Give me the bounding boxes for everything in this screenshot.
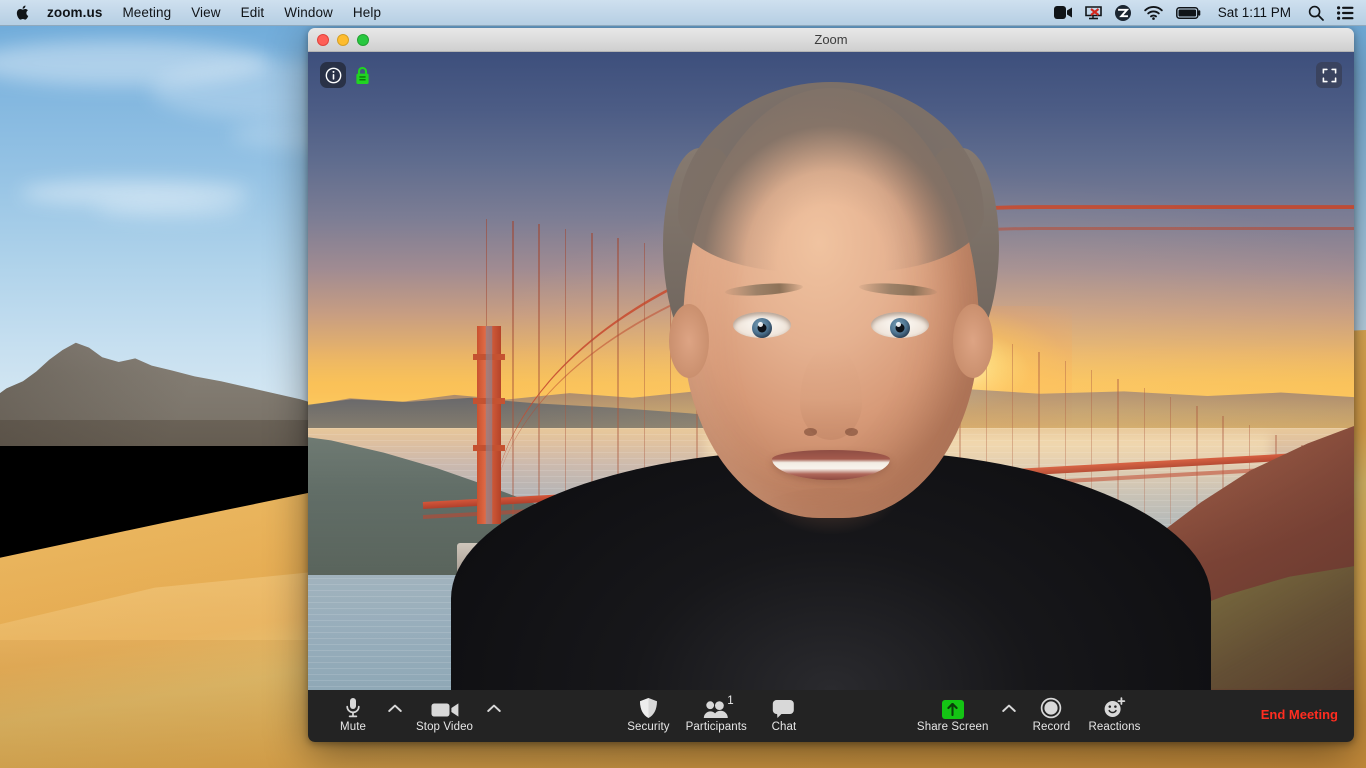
- shield-icon: [639, 697, 658, 719]
- record-button[interactable]: Record: [1022, 690, 1080, 742]
- menu-item-view[interactable]: View: [181, 0, 230, 25]
- chat-bubble-icon: [772, 697, 795, 719]
- chat-button[interactable]: Chat: [755, 690, 813, 742]
- menu-item-zoom-us[interactable]: zoom.us: [43, 0, 112, 25]
- wallpaper-cloud: [95, 200, 245, 218]
- meeting-toolbar: Mute Stop Video Security 1 Participants …: [308, 690, 1354, 742]
- participant-ear-left: [669, 304, 709, 378]
- video-camera-icon: [431, 697, 459, 719]
- battery-icon[interactable]: [1175, 6, 1201, 19]
- toolbar-gap-left: [507, 690, 619, 742]
- zoom-z-icon[interactable]: [1114, 4, 1131, 21]
- zoom-camera-icon[interactable]: [1053, 6, 1072, 19]
- menu-item-help[interactable]: Help: [343, 0, 391, 25]
- share-screen-button[interactable]: Share Screen: [909, 690, 997, 742]
- video-stage[interactable]: [308, 52, 1354, 690]
- info-icon[interactable]: [320, 62, 346, 88]
- enter-fullscreen-icon[interactable]: [1316, 62, 1342, 88]
- toolbar-gap-right: [1149, 690, 1261, 742]
- participant-nose: [800, 348, 862, 440]
- toolbar-gap-mid: [813, 690, 909, 742]
- participant-video-feed: [308, 52, 1354, 690]
- people-icon: 1: [703, 695, 734, 719]
- menu-item-window[interactable]: Window: [274, 0, 343, 25]
- wifi-icon[interactable]: [1143, 5, 1163, 20]
- reactions-button[interactable]: Reactions: [1080, 690, 1148, 742]
- audio-options-caret-icon[interactable]: [382, 690, 408, 742]
- reactions-icon: [1103, 697, 1126, 719]
- menu-item-edit[interactable]: Edit: [231, 0, 275, 25]
- apple-menu-icon[interactable]: [14, 0, 43, 25]
- window-title: Zoom: [814, 32, 848, 47]
- close-button[interactable]: [317, 33, 329, 46]
- participants-button[interactable]: 1 Participants: [678, 690, 755, 742]
- zoom-meeting-window[interactable]: Zoom Mute Stop Video Security 1 Particip…: [308, 28, 1354, 742]
- video-overlay-top-left: [320, 62, 370, 88]
- participant-eye-left: [733, 312, 791, 338]
- record-label: Record: [1032, 721, 1071, 733]
- participants-label: Participants: [685, 721, 747, 733]
- menu-item-meeting[interactable]: Meeting: [112, 0, 181, 25]
- minimize-button[interactable]: [337, 33, 349, 46]
- menu-bar-items: zoom.us Meeting View Edit Window Help: [0, 0, 391, 25]
- share-screen-icon: [941, 697, 964, 719]
- record-circle-icon: [1040, 697, 1062, 719]
- participant-nostril-left: [804, 428, 817, 436]
- participant-chin-shadow: [761, 488, 901, 534]
- share-options-caret-icon[interactable]: [996, 690, 1022, 742]
- macos-menu-bar: zoom.us Meeting View Edit Window Help Sa…: [0, 0, 1366, 26]
- participants-count-badge: 1: [727, 695, 734, 707]
- video-options-caret-icon[interactable]: [481, 690, 507, 742]
- participant-ear-right: [953, 304, 993, 378]
- stop-video-label: Stop Video: [416, 721, 474, 733]
- window-title-bar[interactable]: Zoom: [308, 28, 1354, 52]
- reactions-label: Reactions: [1088, 721, 1141, 733]
- green-lock-icon[interactable]: [354, 65, 370, 85]
- security-button[interactable]: Security: [619, 690, 677, 742]
- stop-video-button[interactable]: Stop Video: [408, 690, 481, 742]
- control-center-icon[interactable]: [1337, 5, 1354, 20]
- zoom-button[interactable]: [357, 33, 369, 46]
- toolbar-left-spacer: [308, 690, 324, 742]
- security-label: Security: [627, 721, 670, 733]
- mute-button[interactable]: Mute: [324, 690, 382, 742]
- participant-hair: [678, 82, 984, 272]
- participant-nostril-right: [845, 428, 858, 436]
- microphone-icon: [345, 697, 361, 719]
- window-traffic-lights: [308, 33, 369, 46]
- menu-bar-status-items: Sat 1:11 PM: [1053, 0, 1366, 25]
- mute-label: Mute: [340, 721, 366, 733]
- share-screen-label: Share Screen: [916, 721, 989, 733]
- menu-bar-clock[interactable]: Sat 1:11 PM: [1214, 5, 1295, 20]
- end-meeting-button[interactable]: End Meeting: [1261, 690, 1354, 739]
- chat-label: Chat: [771, 721, 797, 733]
- screen-mirroring-off-icon[interactable]: [1084, 5, 1102, 20]
- participant-eye-right: [871, 312, 929, 338]
- search-icon[interactable]: [1308, 5, 1324, 21]
